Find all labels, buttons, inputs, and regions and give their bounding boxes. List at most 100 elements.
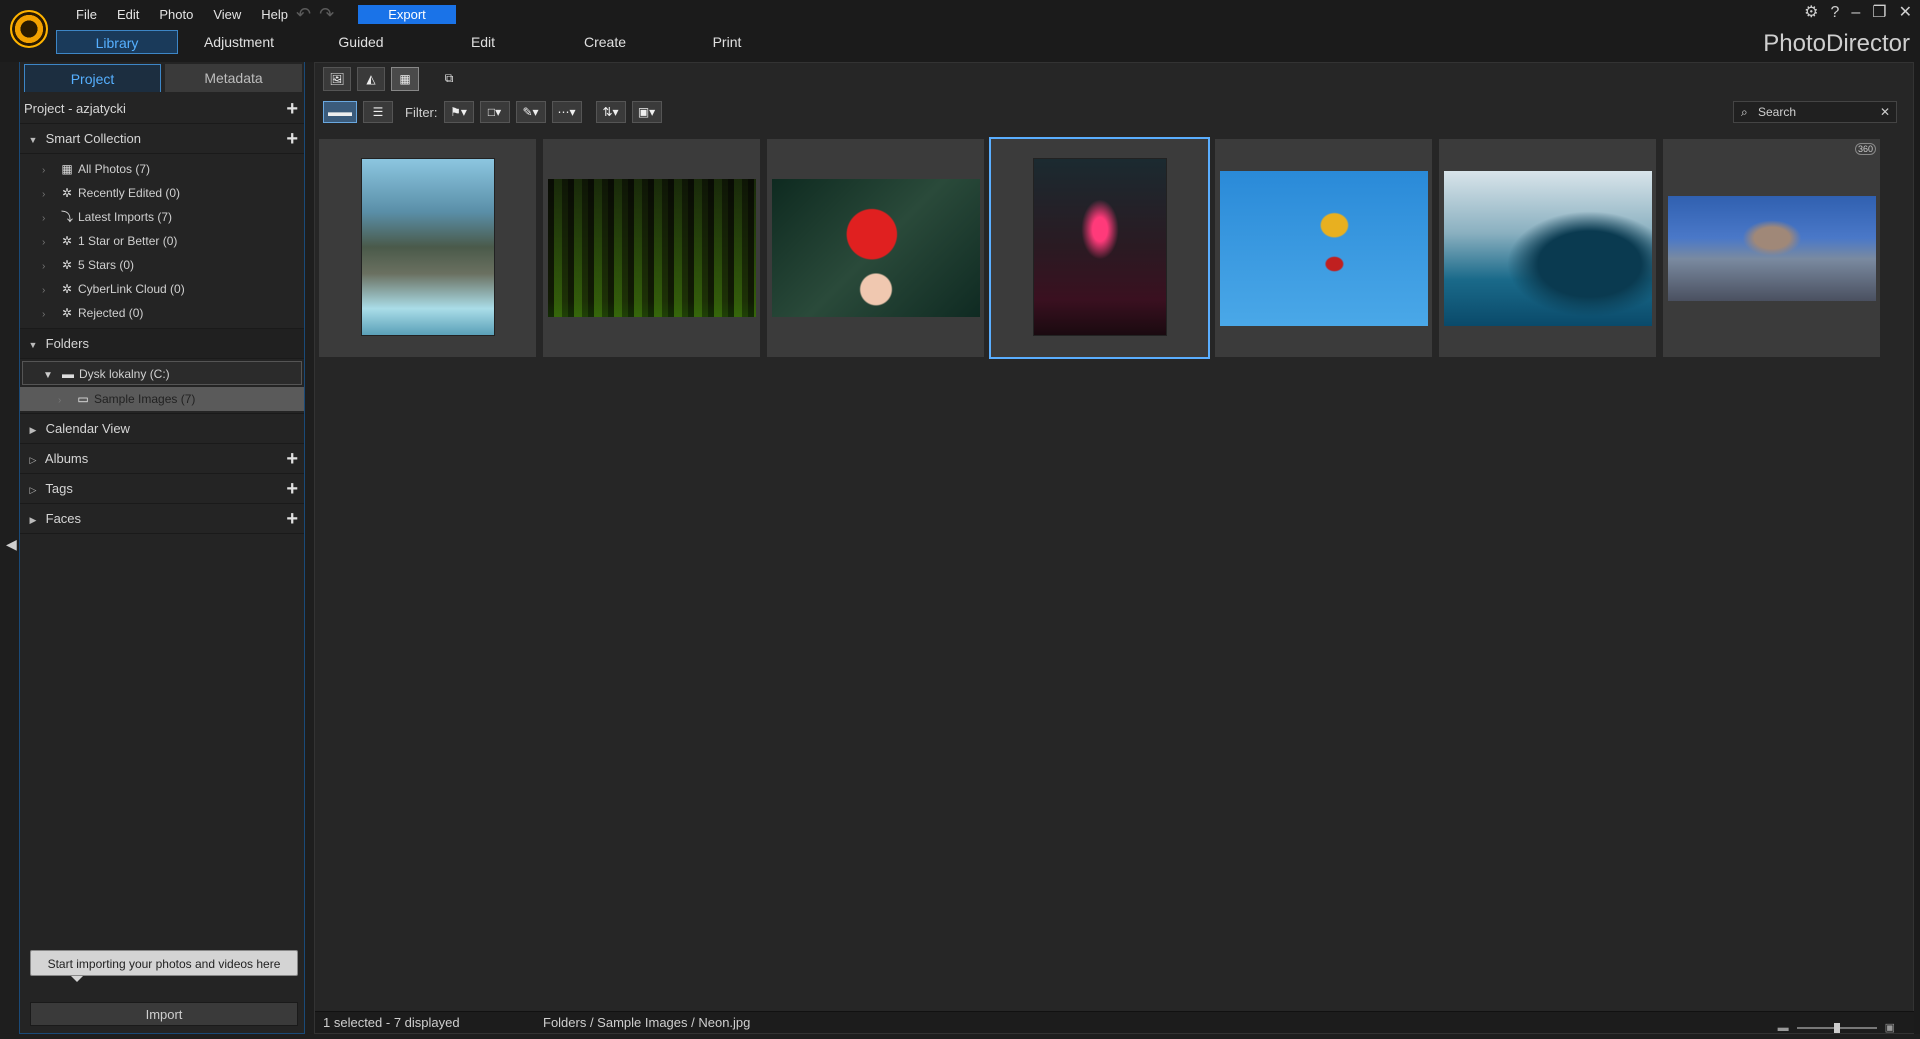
- tags-header[interactable]: ▷ Tags +: [20, 474, 304, 504]
- photo-thumbnail[interactable]: [1439, 139, 1656, 357]
- zoom-control: ▬ ▣: [1778, 1017, 1895, 1039]
- smart-item-cyberlink-cloud[interactable]: › ✲ CyberLink Cloud (0): [20, 277, 304, 301]
- photo-panorama-360: [1668, 196, 1876, 301]
- collapsed-triangle-icon[interactable]: ▷: [24, 445, 42, 475]
- smart-collection-icon: ✲: [61, 282, 73, 296]
- restore-icon[interactable]: ❐: [1872, 2, 1886, 24]
- panel-tabs: Project Metadata: [20, 64, 304, 94]
- albums-label: Albums: [44, 451, 89, 466]
- tab-print[interactable]: Print: [666, 30, 788, 54]
- albums-header[interactable]: ▷ Albums +: [20, 444, 304, 474]
- project-label: Project - azjatycki: [24, 101, 126, 116]
- minimize-icon[interactable]: –: [1851, 2, 1860, 24]
- menu-edit[interactable]: Edit: [107, 6, 149, 24]
- flag-filter-icon[interactable]: ⚑▾: [443, 101, 474, 123]
- edit-filter-icon[interactable]: ✎▾: [515, 101, 546, 123]
- second-display-icon[interactable]: ⧉: [435, 67, 463, 91]
- add-tag-icon[interactable]: +: [286, 474, 298, 504]
- tab-library[interactable]: Library: [56, 30, 178, 54]
- project-row[interactable]: Project - azjatycki +: [20, 94, 304, 124]
- add-album-icon[interactable]: +: [286, 444, 298, 474]
- collapsed-triangle-icon[interactable]: ▶: [24, 505, 42, 535]
- calendar-view-header[interactable]: ▶ Calendar View: [20, 414, 304, 444]
- redo-icon[interactable]: ↷: [319, 4, 334, 25]
- faces-header[interactable]: ▶ Faces +: [20, 504, 304, 534]
- photo-thumbnail[interactable]: [543, 139, 760, 357]
- smart-item-all-photos[interactable]: › ▦ All Photos (7): [20, 157, 304, 181]
- settings-gear-icon[interactable]: ⚙: [1804, 2, 1818, 24]
- photo-thumbnail[interactable]: [1215, 139, 1432, 357]
- help-icon[interactable]: ?: [1830, 2, 1839, 24]
- smart-item-recently-edited[interactable]: › ✲ Recently Edited (0): [20, 181, 304, 205]
- large-thumbnail-icon[interactable]: ▣: [1885, 1017, 1895, 1039]
- collapsed-triangle-icon[interactable]: ▶: [24, 415, 42, 445]
- compare-mode-icon[interactable]: ◭: [357, 67, 385, 91]
- tab-edit[interactable]: Edit: [422, 30, 544, 54]
- smart-item-5-stars[interactable]: › ✲ 5 Stars (0): [20, 253, 304, 277]
- expanded-triangle-icon[interactable]: ▼: [24, 125, 42, 155]
- 360-badge: 360: [1854, 143, 1876, 155]
- small-thumbnail-icon[interactable]: ▬: [1778, 1017, 1789, 1039]
- smart-collection-label: Smart Collection: [45, 131, 141, 146]
- photo-thumbnail[interactable]: [767, 139, 984, 357]
- collapsed-triangle-icon[interactable]: ▷: [24, 475, 42, 505]
- smart-collection-header[interactable]: ▼ Smart Collection +: [20, 124, 304, 154]
- zoom-slider[interactable]: [1796, 1023, 1877, 1033]
- undo-icon[interactable]: ↶: [296, 4, 311, 25]
- smart-item-label: 5 Stars (0): [78, 258, 135, 272]
- mode-tabs: Library Adjustment Guided Edit Create Pr…: [56, 30, 788, 54]
- filter-toolbar: ▬▬ ☰ Filter: ⚑▾ □▾ ✎▾ ⋯▾ ⇅▾ ▣▾: [323, 99, 662, 125]
- tab-metadata[interactable]: Metadata: [165, 64, 302, 92]
- photo-thumbnail-selected[interactable]: [989, 137, 1210, 359]
- photo-thumbnail[interactable]: 360: [1663, 139, 1880, 357]
- menu-help[interactable]: Help: [251, 6, 298, 24]
- drive-item[interactable]: ▼ ▬ Dysk lokalny (C:): [22, 361, 302, 385]
- expanded-triangle-icon[interactable]: ▼: [24, 330, 42, 360]
- grid-view-icon[interactable]: ▦: [391, 67, 419, 91]
- menu-photo[interactable]: Photo: [149, 6, 203, 24]
- photo-thumbnail[interactable]: [319, 139, 536, 357]
- clear-search-icon[interactable]: ✕: [1880, 102, 1890, 122]
- menu-file[interactable]: File: [66, 6, 107, 24]
- stack-icon[interactable]: ▣▾: [631, 101, 662, 123]
- import-tooltip: Start importing your photos and videos h…: [30, 950, 298, 982]
- smart-item-latest-imports[interactable]: › ⤵ Latest Imports (7): [20, 205, 304, 229]
- folders-label: Folders: [45, 336, 89, 351]
- folder-label: Sample Images (7): [94, 392, 196, 406]
- smart-item-rejected[interactable]: › ✲ Rejected (0): [20, 301, 304, 325]
- chevron-right-icon: ›: [42, 213, 46, 224]
- chevron-right-icon: ›: [42, 189, 46, 200]
- export-button[interactable]: Export: [358, 5, 456, 24]
- zoom-slider-handle[interactable]: [1833, 1023, 1840, 1033]
- close-icon[interactable]: ✕: [1899, 2, 1912, 24]
- smart-collection-icon: ✲: [61, 258, 73, 272]
- viewer-mode-icon[interactable]: 🖼: [323, 67, 351, 91]
- folders-list: ▼ ▬ Dysk lokalny (C:) › ▭ Sample Images (7): [20, 359, 304, 414]
- right-edge: [1914, 62, 1920, 1034]
- rating-filter-icon[interactable]: ⋯▾: [551, 101, 582, 123]
- add-smart-collection-icon[interactable]: +: [286, 124, 298, 154]
- menu-view[interactable]: View: [203, 6, 251, 24]
- selection-status: 1 selected - 7 displayed: [323, 1015, 460, 1030]
- photo-forest-sunlight: [548, 179, 756, 317]
- smart-item-1-star[interactable]: › ✲ 1 Star or Better (0): [20, 229, 304, 253]
- sort-icon[interactable]: ⇅▾: [595, 101, 626, 123]
- list-view-icon[interactable]: ☰: [363, 101, 393, 123]
- tab-project[interactable]: Project: [24, 64, 161, 92]
- filter-label: Filter:: [405, 104, 438, 120]
- folders-header[interactable]: ▼ Folders: [20, 329, 304, 359]
- smart-item-label: 1 Star or Better (0): [78, 234, 178, 248]
- add-face-icon[interactable]: +: [286, 504, 298, 534]
- tab-create[interactable]: Create: [544, 30, 666, 54]
- tab-guided[interactable]: Guided: [300, 30, 422, 54]
- folder-item-sample-images[interactable]: › ▭ Sample Images (7): [20, 387, 304, 411]
- thumbnail-view-icon[interactable]: ▬▬: [323, 101, 357, 123]
- tab-adjustment[interactable]: Adjustment: [178, 30, 300, 54]
- collapse-panel-chevron-icon[interactable]: ◀: [6, 536, 17, 556]
- smart-item-label: All Photos (7): [78, 162, 151, 176]
- color-label-filter-icon[interactable]: □▾: [479, 101, 510, 123]
- chevron-right-icon: ›: [58, 395, 62, 406]
- search-input[interactable]: ⌕ Search ✕: [1733, 101, 1897, 123]
- import-button[interactable]: Import: [30, 1002, 298, 1026]
- add-project-icon[interactable]: +: [286, 94, 298, 124]
